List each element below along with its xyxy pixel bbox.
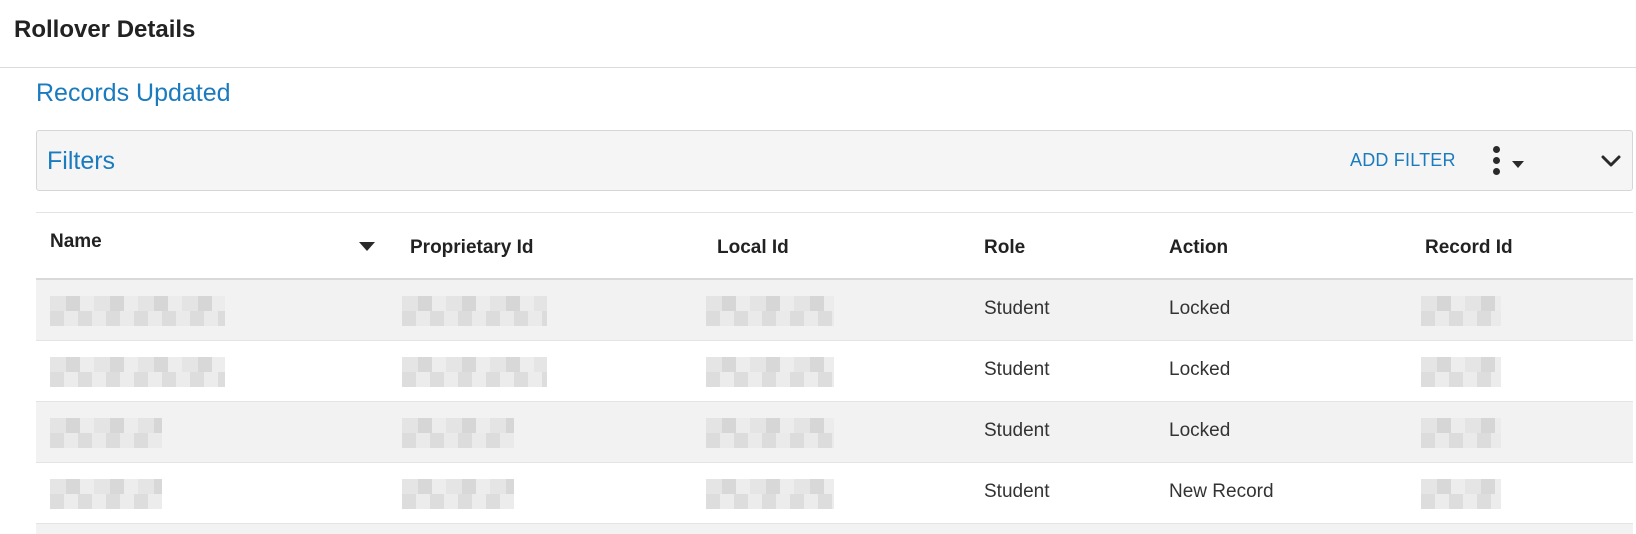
column-header-local-id[interactable]: Local Id — [717, 237, 789, 259]
redacted-local-id — [706, 418, 834, 448]
page-header: Rollover Details — [0, 0, 1636, 68]
add-filter-button[interactable]: ADD FILTER — [1350, 150, 1456, 171]
column-header-name[interactable]: Name — [50, 231, 102, 253]
role-cell: Student — [984, 481, 1050, 502]
redacted-proprietary-id — [402, 418, 514, 448]
redacted-name — [50, 357, 225, 387]
table-header: Name Proprietary Id Local Id Role Action… — [36, 213, 1633, 280]
filters-bar: Filters ADD FILTER — [36, 130, 1633, 191]
redacted-name — [50, 296, 225, 326]
column-header-action[interactable]: Action — [1169, 237, 1228, 259]
redacted-proprietary-id — [402, 296, 547, 326]
page-title: Rollover Details — [14, 16, 196, 43]
action-cell: New Record — [1169, 481, 1274, 502]
column-header-proprietary-id[interactable]: Proprietary Id — [410, 237, 534, 259]
rollover-details-page: Rollover Details Records Updated Filters… — [0, 0, 1636, 534]
chevron-down-icon — [1601, 155, 1621, 167]
filters-label[interactable]: Filters — [47, 147, 115, 176]
redacted-record-id — [1421, 479, 1501, 509]
column-header-role[interactable]: Role — [984, 237, 1025, 259]
section-title: Records Updated — [36, 79, 231, 107]
redacted-record-id — [1421, 418, 1501, 448]
sort-caret-down-icon[interactable] — [359, 242, 375, 251]
action-cell: Locked — [1169, 420, 1231, 441]
kebab-menu-icon-dot — [1493, 168, 1500, 175]
role-cell: Student — [984, 359, 1050, 380]
table-row-partial — [36, 524, 1633, 534]
role-cell: Student — [984, 298, 1050, 319]
redacted-record-id — [1421, 296, 1501, 326]
redacted-name — [50, 479, 162, 509]
caret-down-icon — [1512, 161, 1524, 168]
redacted-proprietary-id — [402, 357, 547, 387]
table-row[interactable]: Student Locked — [36, 280, 1633, 341]
redacted-name — [50, 418, 162, 448]
table-row[interactable]: Student Locked — [36, 402, 1633, 463]
role-cell: Student — [984, 420, 1050, 441]
collapse-filters-button[interactable] — [1597, 147, 1625, 175]
redacted-local-id — [706, 479, 834, 509]
redacted-record-id — [1421, 357, 1501, 387]
action-cell: Locked — [1169, 298, 1231, 319]
redacted-proprietary-id — [402, 479, 514, 509]
table-row[interactable]: Student Locked — [36, 341, 1633, 402]
table-row[interactable]: Student New Record — [36, 463, 1633, 524]
kebab-menu-icon — [1493, 146, 1500, 153]
filters-menu-button[interactable] — [1487, 146, 1531, 176]
kebab-menu-icon-dot — [1493, 157, 1500, 164]
redacted-local-id — [706, 296, 834, 326]
action-cell: Locked — [1169, 359, 1231, 380]
redacted-local-id — [706, 357, 834, 387]
column-header-record-id[interactable]: Record Id — [1425, 237, 1513, 259]
